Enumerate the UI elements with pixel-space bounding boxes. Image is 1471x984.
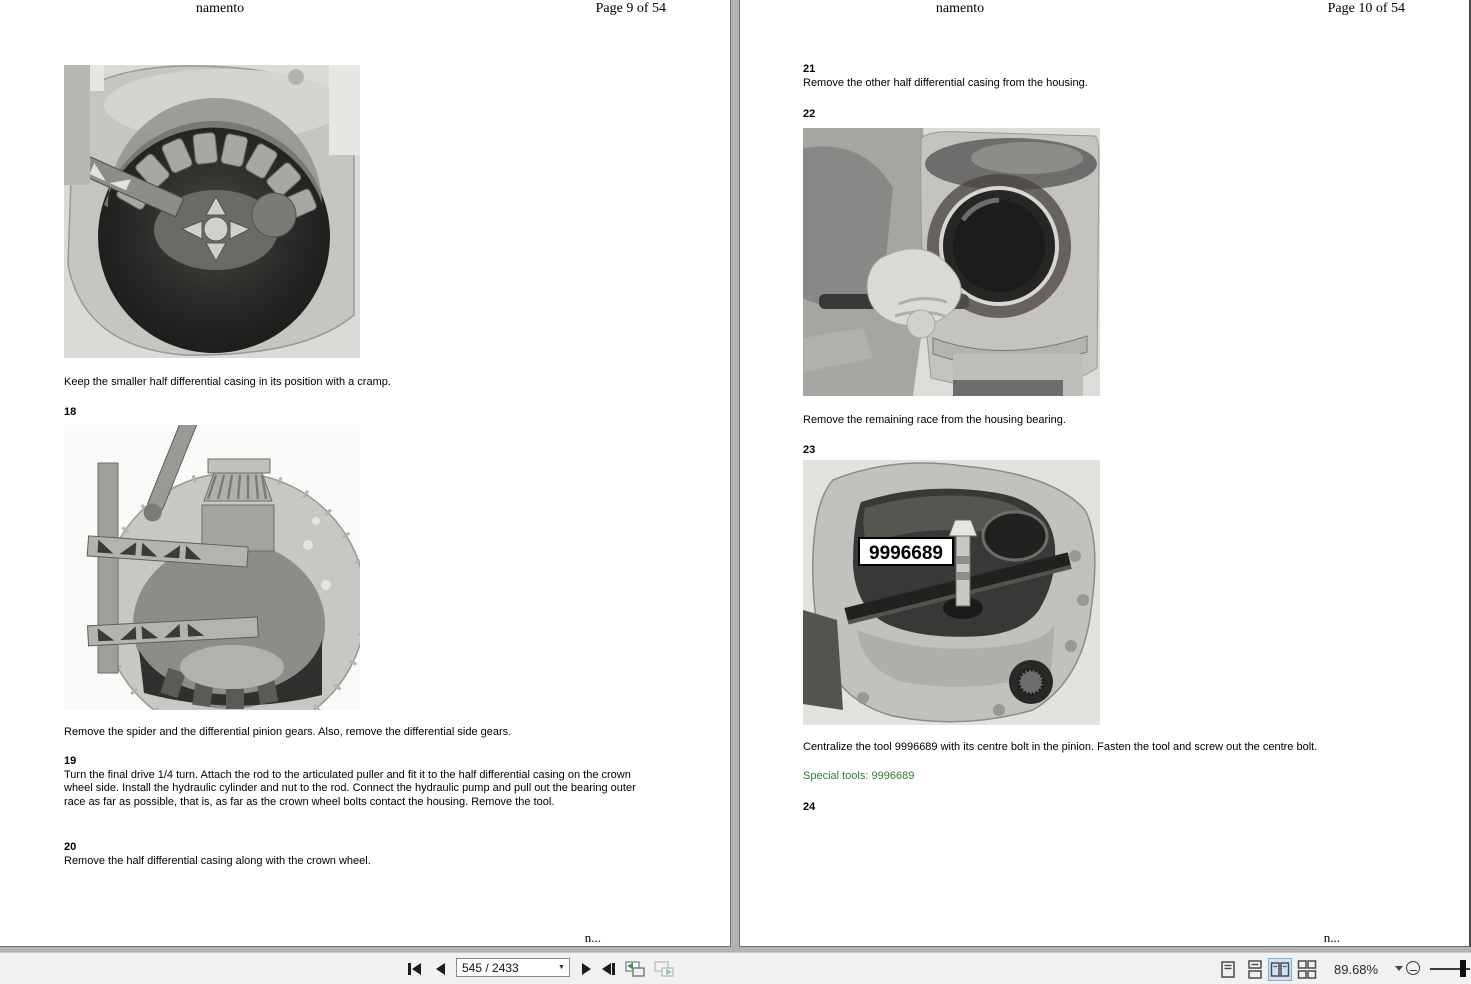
step-24-number: 24 [803, 801, 816, 813]
last-page-button[interactable] [600, 961, 617, 977]
step-20-number: 20 [64, 841, 77, 853]
previous-view-button[interactable] [624, 960, 646, 978]
caption-fig18: Remove the spider and the differential p… [64, 726, 512, 738]
step-23-number: 23 [803, 444, 816, 456]
figure-tool-9996689-photo: 9996689 [803, 460, 1100, 725]
zoom-out-button[interactable] [1406, 961, 1420, 975]
step-21-number: 21 [803, 63, 816, 75]
page-gap [731, 0, 739, 952]
step-19-text: Turn the final drive 1/4 turn. Attach th… [64, 769, 636, 808]
next-page-icon [582, 963, 591, 975]
figure-casing-clamp-photo [64, 425, 360, 710]
page-footer: n... [584, 930, 601, 945]
step-22-number: 22 [803, 108, 816, 120]
pdf-viewer-canvas: namento Page 9 of 54 Keep the smaller ha… [0, 0, 1471, 952]
single-page-view-icon [1221, 961, 1235, 978]
step-21-text: Remove the other half differential casin… [803, 77, 1088, 89]
figure-differential-cramp-photo [64, 65, 360, 358]
figure-race-removal-photo [803, 128, 1100, 396]
next-view-icon [654, 961, 674, 977]
figure-tool-number-label: 9996689 [869, 543, 943, 564]
page-number-input[interactable] [457, 960, 554, 975]
page-header: namento Page 9 of 54 [0, 1, 730, 21]
continuous-view-button[interactable] [1243, 958, 1267, 981]
document-page-10: namento Page 10 of 54 21 Remove the othe… [739, 0, 1471, 947]
step-19-number: 19 [64, 755, 77, 767]
next-page-button[interactable] [577, 961, 594, 977]
header-title: namento [195, 1, 245, 16]
zoom-level-label[interactable]: 89.68% [1334, 962, 1378, 977]
step-18-number: 18 [64, 406, 77, 418]
two-page-continuous-view-button[interactable] [1295, 958, 1319, 981]
two-page-view-icon [1270, 962, 1290, 977]
two-page-continuous-view-icon [1297, 960, 1317, 979]
page-number-combobox[interactable]: ▼ [456, 958, 570, 977]
two-page-view-button[interactable] [1268, 958, 1292, 981]
chevron-down-icon[interactable]: ▼ [554, 964, 569, 971]
single-page-view-button[interactable] [1216, 958, 1240, 981]
continuous-view-icon [1248, 960, 1262, 979]
caption-fig22: Remove the remaining race from the housi… [803, 414, 1066, 426]
zoom-slider-handle[interactable] [1460, 960, 1466, 977]
caption-fig23: Centralize the tool 9996689 with its cen… [803, 741, 1318, 753]
last-page-icon [602, 963, 615, 975]
zoom-dropdown-chevron-icon[interactable] [1395, 966, 1403, 971]
header-page-number: Page 9 of 54 [595, 1, 666, 16]
step-20-text: Remove the half differential casing alon… [64, 855, 371, 867]
page-header: namento Page 10 of 54 [740, 1, 1469, 21]
viewer-toolbar: ▼ [0, 952, 1471, 984]
previous-page-icon [436, 963, 445, 975]
document-page-9: namento Page 9 of 54 Keep the smaller ha… [0, 0, 731, 947]
header-page-number: Page 10 of 54 [1327, 1, 1405, 16]
next-view-button[interactable] [653, 960, 675, 978]
previous-view-icon [625, 961, 645, 977]
page-footer: n... [1323, 930, 1340, 945]
first-page-button[interactable] [406, 961, 423, 977]
caption-fig17: Keep the smaller half differential casin… [64, 376, 391, 388]
previous-page-button[interactable] [433, 961, 450, 977]
header-title: namento [935, 1, 985, 16]
first-page-icon [408, 963, 421, 975]
special-tools-note: Special tools: 9996689 [803, 770, 915, 782]
